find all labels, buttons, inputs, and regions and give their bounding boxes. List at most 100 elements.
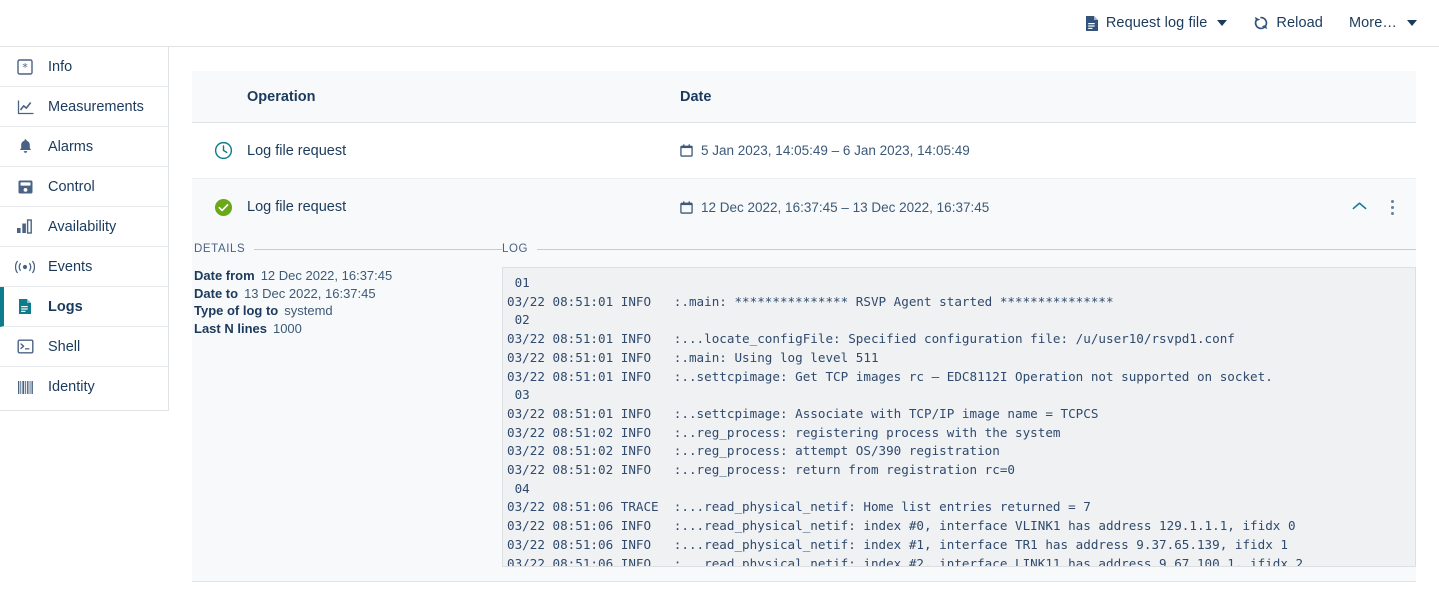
- details-heading-label: DETAILS: [194, 243, 246, 255]
- sidebar-item-shell[interactable]: Shell: [0, 327, 168, 367]
- row-detail-panel: DETAILS Date from 12 Dec 2022, 16:37:45 D…: [192, 235, 1416, 582]
- collapse-row-button[interactable]: [1352, 199, 1367, 215]
- table-header: Operation Date: [192, 71, 1416, 123]
- info-asterisk-icon: *: [12, 58, 38, 75]
- request-log-file-label: Request log file: [1105, 15, 1208, 31]
- row-operation-label: Log file request: [247, 199, 347, 215]
- details-section: DETAILS Date from 12 Dec 2022, 16:37:45 D…: [192, 243, 502, 567]
- sidebar-item-availability[interactable]: Availability: [0, 207, 168, 247]
- chart-line-icon: [12, 99, 38, 115]
- row-date-cell: 12 Dec 2022, 16:37:45 – 13 Dec 2022, 16:…: [680, 200, 1352, 215]
- barcode-icon: [12, 380, 38, 395]
- reload-icon: [1253, 15, 1269, 31]
- details-field-key: Last N lines: [194, 320, 267, 336]
- details-field: Date to 13 Dec 2022, 16:37:45: [194, 285, 502, 303]
- column-header-operation: Operation: [247, 88, 316, 105]
- section-divider: [537, 248, 1416, 250]
- sidebar-item-label: Control: [48, 178, 95, 195]
- chevron-down-icon: [1217, 20, 1228, 26]
- sidebar-item-info[interactable]: * Info: [0, 47, 168, 87]
- sidebar-item-label: Events: [48, 258, 93, 275]
- terminal-icon: [12, 339, 38, 354]
- log-line: 03/22 08:51:01 INFO :.main: ************…: [507, 293, 1114, 309]
- log-line: 03/22 08:51:02 INFO :..reg_process: regi…: [507, 424, 1061, 440]
- log-line: 03/22 08:51:02 INFO :..reg_process: atte…: [507, 443, 1000, 459]
- sidebar-item-label: Logs: [48, 298, 83, 315]
- sidebar-item-identity[interactable]: Identity: [0, 367, 168, 407]
- row-menu-button[interactable]: [1391, 199, 1394, 215]
- top-toolbar: Request log file Reload More…: [0, 0, 1439, 47]
- details-section-heading: DETAILS: [194, 243, 502, 255]
- more-label: More…: [1348, 15, 1397, 31]
- row-operation-cell: Log file request: [192, 198, 680, 217]
- section-divider: [254, 248, 502, 250]
- details-field-value: 12 Dec 2022, 16:37:45: [260, 268, 393, 283]
- log-line: 03/22 08:51:01 INFO :...locate_configFil…: [507, 331, 1235, 347]
- log-line: 03/22 08:51:01 INFO :..settcpimage: Asso…: [507, 405, 1099, 421]
- row-operation-label: Log file request: [247, 142, 347, 159]
- calendar-icon: [680, 200, 693, 214]
- log-line: 03/22 08:51:06 TRACE :...read_physical_n…: [507, 499, 1091, 515]
- row-actions: [1352, 199, 1416, 215]
- log-line: 03/22 08:51:06 INFO :...read_physical_ne…: [507, 555, 1304, 567]
- svg-text:*: *: [22, 61, 29, 74]
- log-line: 03/22 08:51:01 INFO :..settcpimage: Get …: [507, 368, 1273, 384]
- log-section: LOG 01 03/22 08:51:01 INFO :.main: ******…: [502, 243, 1416, 567]
- calendar-icon: [680, 144, 693, 157]
- log-line: 03/22 08:51:06 INFO :...read_physical_ne…: [507, 518, 1296, 534]
- log-line: 03: [507, 387, 530, 403]
- sidebar-item-logs[interactable]: Logs: [0, 287, 168, 327]
- column-header-date: Date: [680, 88, 712, 105]
- file-icon: [1085, 15, 1099, 32]
- table-row[interactable]: Log file request 5 Jan 2023, 14:05:49 – …: [192, 123, 1416, 179]
- clock-icon: [214, 141, 247, 160]
- chevron-down-icon: [1407, 20, 1417, 26]
- sidebar-item-label: Alarms: [48, 138, 94, 155]
- control-panel-icon: [12, 179, 38, 195]
- broadcast-icon: [12, 260, 38, 274]
- bar-chart-icon: [12, 219, 38, 234]
- details-field-key: Type of log to: [194, 303, 279, 318]
- details-field-key: Date to: [194, 285, 239, 301]
- reload-button[interactable]: Reload: [1253, 15, 1323, 31]
- details-field: Type of log to systemd: [194, 302, 502, 320]
- log-line: 02: [507, 312, 530, 328]
- details-field-value: systemd: [284, 303, 333, 318]
- log-section-heading: LOG: [502, 243, 1416, 255]
- log-output[interactable]: 01 03/22 08:51:01 INFO :.main: **********…: [502, 267, 1416, 567]
- log-line: 03/22 08:51:02 INFO :..reg_process: retu…: [507, 462, 1015, 478]
- operations-card: Operation Date Log file request 5 Jan 20…: [192, 71, 1416, 582]
- details-field: Last N lines 1000: [194, 320, 502, 338]
- log-line: 03/22 08:51:01 INFO :.main: Using log le…: [507, 349, 879, 365]
- sidebar-item-label: Info: [48, 58, 73, 75]
- details-field-value: 1000: [272, 320, 302, 336]
- sidebar-item-label: Availability: [48, 218, 117, 235]
- sidebar-item-measurements[interactable]: Measurements: [0, 87, 168, 127]
- row-date-label: 12 Dec 2022, 16:37:45 – 13 Dec 2022, 16:…: [701, 199, 990, 215]
- sidebar-item-label: Identity: [48, 379, 95, 395]
- sidebar-item-alarms[interactable]: Alarms: [0, 127, 168, 167]
- log-heading-label: LOG: [502, 243, 529, 255]
- table-row[interactable]: Log file request 12 Dec 2022, 16:37:45 –…: [192, 179, 1416, 235]
- sidebar: * Info Measurements Alarms Control Avail…: [0, 47, 169, 411]
- sidebar-item-label: Measurements: [48, 98, 144, 115]
- main-content: Operation Date Log file request 5 Jan 20…: [169, 47, 1439, 600]
- reload-label: Reload: [1276, 15, 1323, 31]
- bell-icon: [12, 138, 38, 155]
- log-line: 03/22 08:51:06 INFO :...read_physical_ne…: [507, 536, 1288, 552]
- details-field-value: 13 Dec 2022, 16:37:45: [244, 285, 376, 301]
- request-log-file-button[interactable]: Request log file: [1085, 15, 1228, 32]
- sidebar-item-label: Shell: [48, 338, 81, 355]
- row-date-cell: 5 Jan 2023, 14:05:49 – 6 Jan 2023, 14:05…: [680, 143, 1416, 158]
- document-icon: [12, 298, 38, 315]
- check-circle-icon: [214, 198, 247, 217]
- more-menu-button[interactable]: More…: [1349, 15, 1417, 31]
- log-line: 01: [507, 275, 530, 290]
- details-field-key: Date from: [194, 268, 255, 283]
- sidebar-item-control[interactable]: Control: [0, 167, 168, 207]
- log-line: 04: [507, 480, 530, 496]
- sidebar-item-events[interactable]: Events: [0, 247, 168, 287]
- row-date-label: 5 Jan 2023, 14:05:49 – 6 Jan 2023, 14:05…: [701, 143, 970, 158]
- details-field: Date from 12 Dec 2022, 16:37:45: [194, 267, 502, 285]
- row-operation-cell: Log file request: [192, 141, 680, 160]
